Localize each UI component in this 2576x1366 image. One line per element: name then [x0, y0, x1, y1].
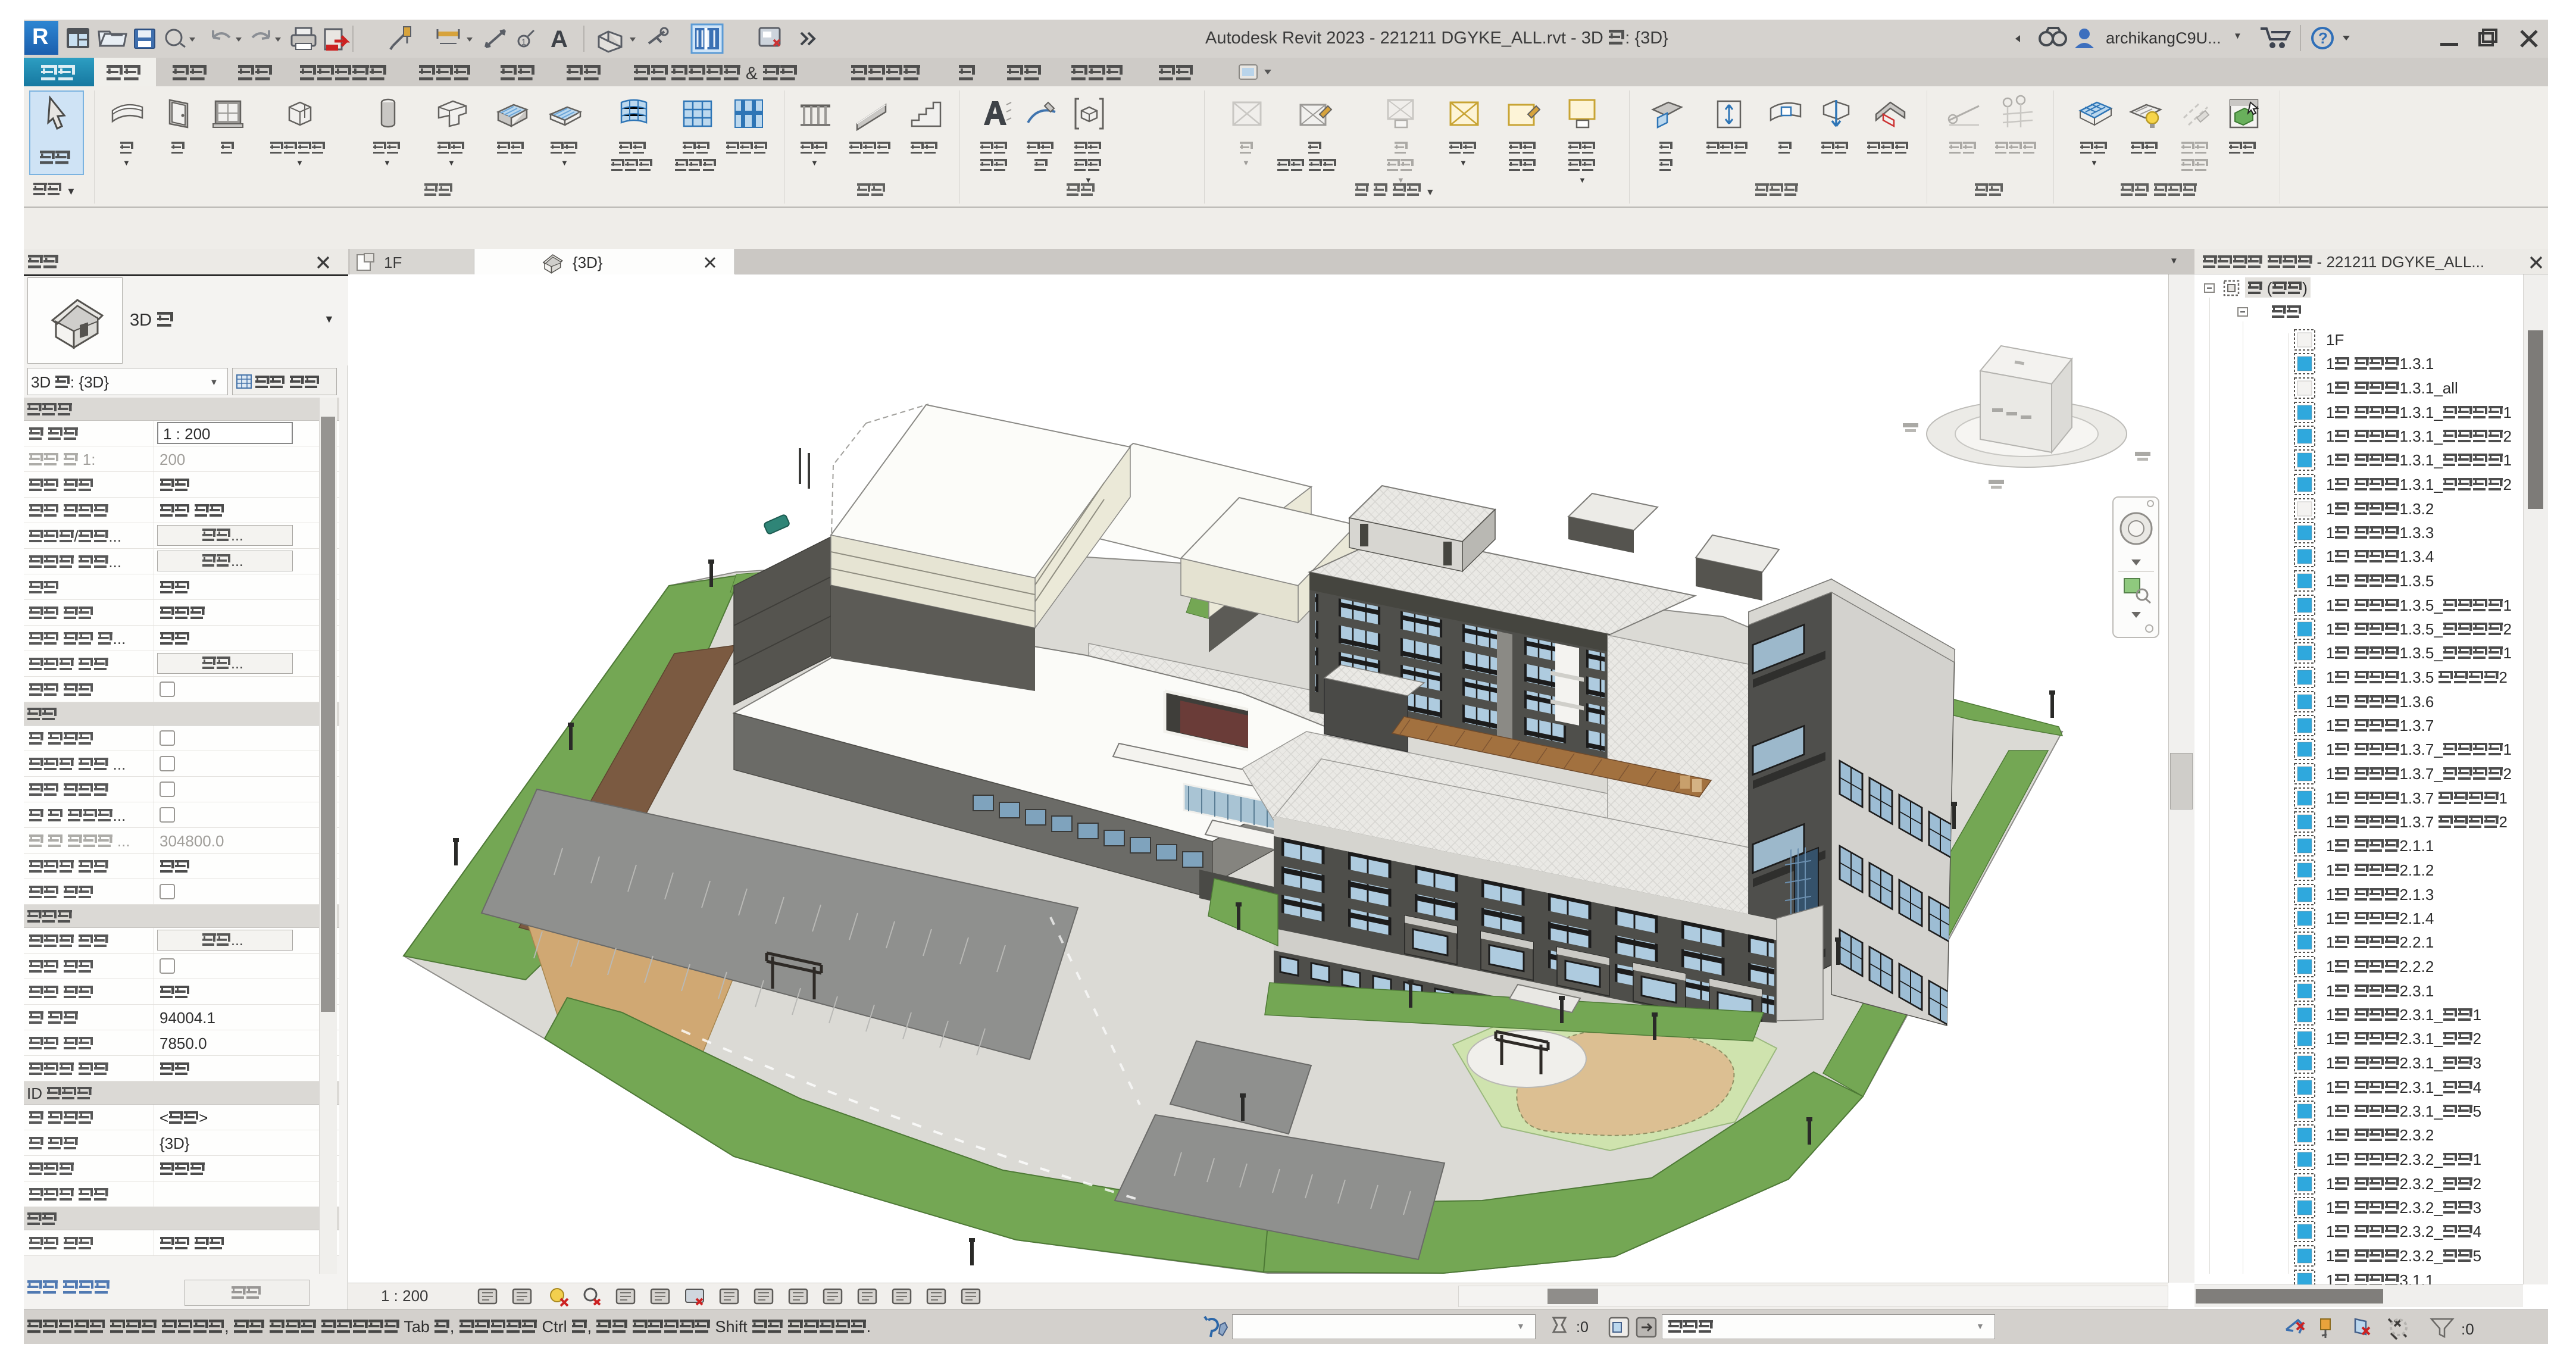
svg-text:1: 1 — [521, 37, 526, 46]
svg-text:A: A — [551, 26, 568, 52]
svg-text::0: :0 — [2461, 1320, 2474, 1338]
svg-text:?: ? — [2318, 29, 2328, 47]
